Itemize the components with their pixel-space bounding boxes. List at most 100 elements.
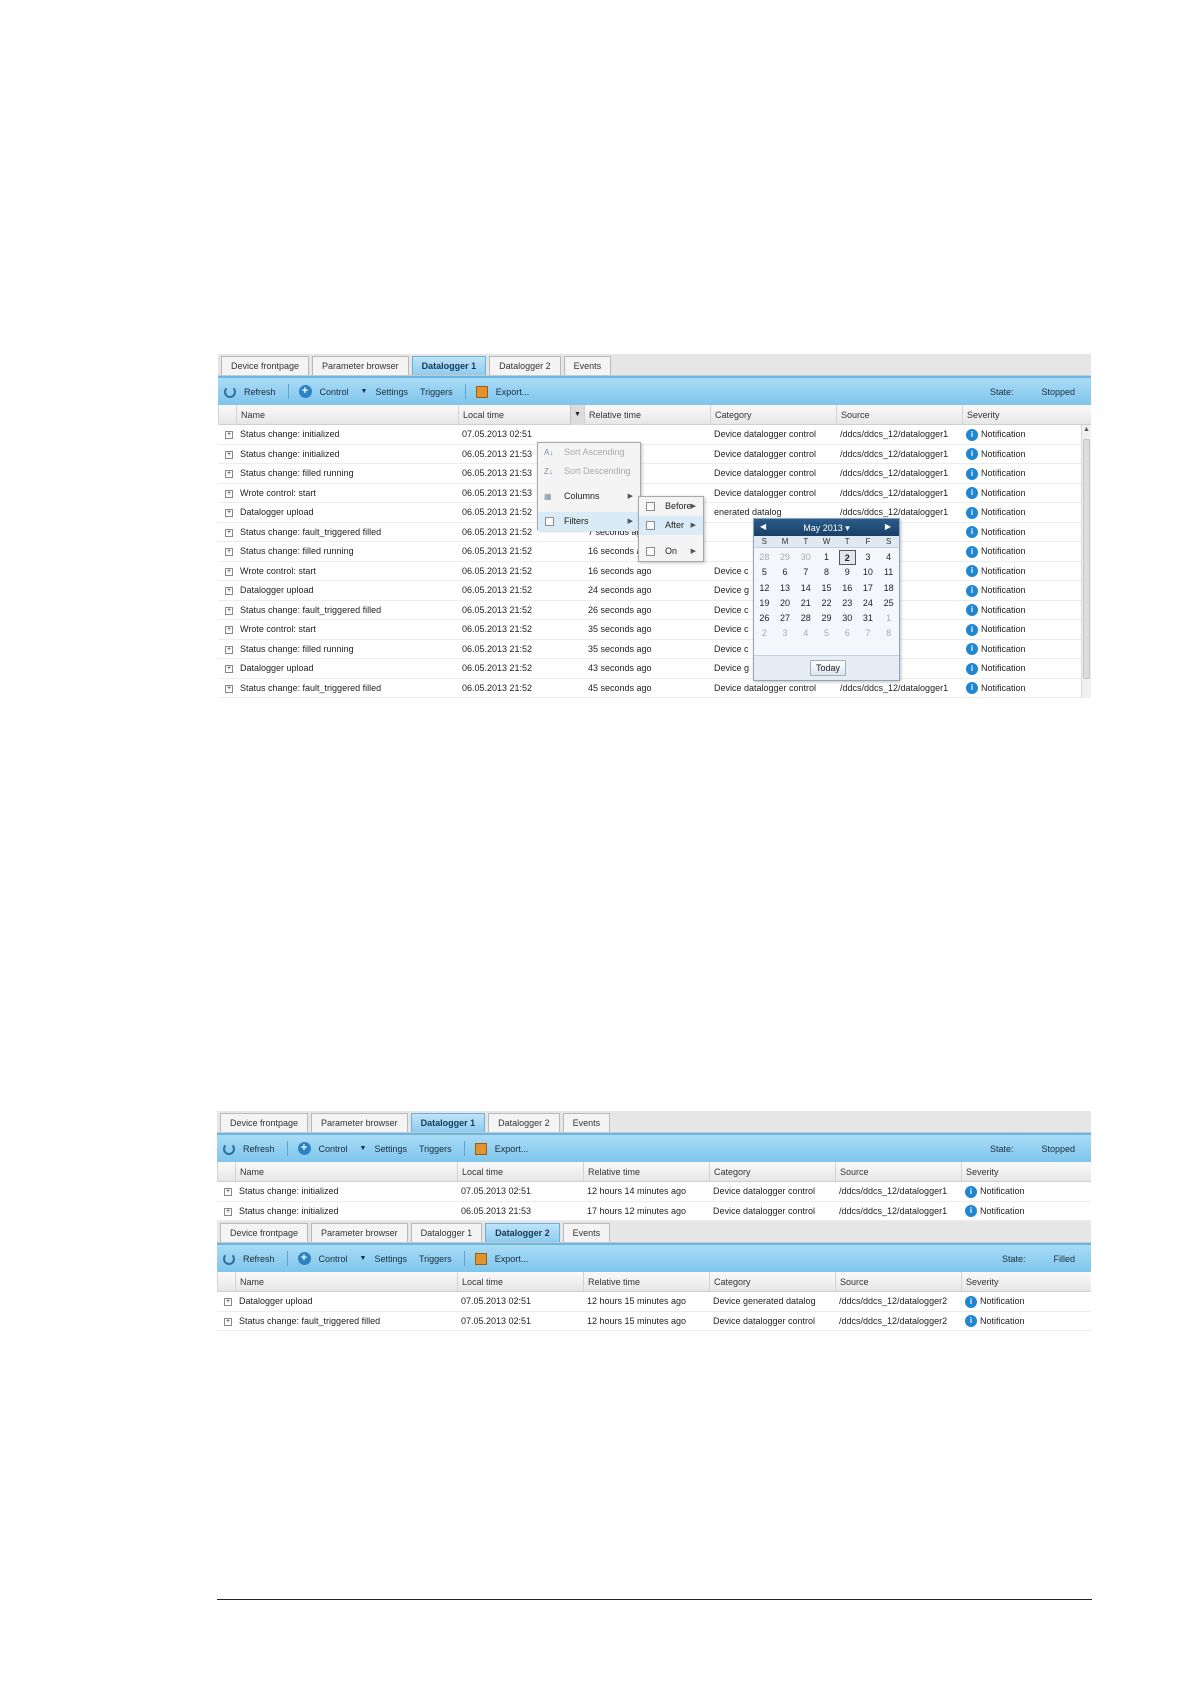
calendar-day[interactable]: 14 xyxy=(795,581,816,596)
calendar-day[interactable]: 15 xyxy=(816,581,837,596)
filter-on-item[interactable]: On ▶ xyxy=(639,542,703,561)
scroll-up-icon[interactable]: ▲ xyxy=(1082,425,1091,435)
calendar-day[interactable]: 19 xyxy=(754,596,775,611)
table-row[interactable]: + Datalogger upload 07.05.2013 02:51 12 hou… xyxy=(217,1292,1091,1312)
table-row[interactable]: + Wrote control: start 06.05.2013 21:52 16 … xyxy=(218,561,1091,581)
tab-datalogger-2[interactable]: Datalogger 2 xyxy=(488,1113,560,1132)
column-header-category[interactable]: Category xyxy=(709,1162,835,1182)
calendar-day[interactable]: 24 xyxy=(858,596,879,611)
tab-parameter-browser[interactable]: Parameter browser xyxy=(311,1113,408,1132)
table-row[interactable]: + Status change: fault_triggered filled 06… xyxy=(218,678,1091,698)
calendar-day[interactable]: 16 xyxy=(837,581,858,596)
calendar-day[interactable]: 23 xyxy=(837,596,858,611)
expand-row-icon[interactable]: + xyxy=(225,645,233,654)
expand-row-icon[interactable]: + xyxy=(225,489,233,498)
calendar-day[interactable]: 2 xyxy=(754,626,775,641)
tab-datalogger-1[interactable]: Datalogger 1 xyxy=(410,1223,483,1242)
before-checkbox[interactable] xyxy=(646,502,655,511)
expand-row-icon[interactable]: + xyxy=(225,528,233,537)
tab-events[interactable]: Events xyxy=(562,1223,611,1242)
filter-after-item[interactable]: After ▶ xyxy=(639,516,703,535)
calendar-day[interactable]: 27 xyxy=(775,611,796,626)
vertical-scrollbar[interactable]: ▲ xyxy=(1081,425,1091,698)
calendar-day[interactable]: 29 xyxy=(816,611,837,626)
column-menu-trigger-icon[interactable]: ▼ xyxy=(570,405,584,425)
sort-descending-item[interactable]: Z↓ Sort Descending xyxy=(538,462,640,481)
calendar-day[interactable]: 7 xyxy=(795,565,816,580)
calendar-day[interactable]: 10 xyxy=(858,565,879,580)
sort-ascending-item[interactable]: A↓ Sort Ascending xyxy=(538,443,640,462)
tab-datalogger-2[interactable]: Datalogger 2 xyxy=(485,1223,560,1242)
tab-datalogger-1[interactable]: Datalogger 1 xyxy=(410,1113,486,1132)
calendar-day[interactable]: 3 xyxy=(858,550,879,565)
calendar-day-selected[interactable]: 2 xyxy=(838,550,856,566)
column-header-source[interactable]: Source xyxy=(835,1162,961,1182)
calendar-day[interactable]: 5 xyxy=(754,565,775,580)
calendar-day[interactable]: 4 xyxy=(878,550,899,565)
table-row[interactable]: + Status change: filled running 06.05.2013… xyxy=(218,639,1091,659)
expand-row-icon[interactable]: + xyxy=(225,684,233,693)
expand-row-icon[interactable]: + xyxy=(225,567,233,576)
table-row[interactable]: + Status change: initialized 07.05.2013 02… xyxy=(217,1182,1091,1202)
next-month-icon[interactable]: ▶ xyxy=(885,522,891,531)
column-header-relative-time[interactable]: Relative time xyxy=(583,1272,709,1292)
tab-parameter-browser[interactable]: Parameter browser xyxy=(311,1223,408,1242)
export-button[interactable]: Export... xyxy=(475,385,529,398)
calendar-day[interactable]: 26 xyxy=(754,611,775,626)
month-selector[interactable]: May 2013 ▾ xyxy=(754,523,899,534)
column-header-source[interactable]: Source xyxy=(836,405,962,425)
table-row[interactable]: + Status change: initialized 06.05.2013 21… xyxy=(218,444,1091,464)
table-row[interactable]: + Status change: fault_triggered filled 06… xyxy=(218,600,1091,620)
control-button[interactable]: + Control xyxy=(297,1252,348,1265)
export-button[interactable]: Export... xyxy=(474,1252,528,1265)
calendar-day[interactable]: 29 xyxy=(775,550,796,565)
column-header-name[interactable]: Name xyxy=(235,1272,457,1292)
settings-button[interactable]: ▼ Settings xyxy=(361,387,408,397)
column-header-relative-time[interactable]: Relative time xyxy=(583,1162,709,1182)
tab-parameter-browser[interactable]: Parameter browser xyxy=(312,356,409,375)
scroll-thumb[interactable] xyxy=(1083,439,1090,679)
calendar-day[interactable]: 21 xyxy=(795,596,816,611)
column-header-source[interactable]: Source xyxy=(835,1272,961,1292)
expand-row-icon[interactable]: + xyxy=(225,606,233,615)
refresh-button[interactable]: Refresh xyxy=(224,385,276,398)
tab-device-frontpage[interactable]: Device frontpage xyxy=(220,1113,309,1132)
tab-events[interactable]: Events xyxy=(563,356,612,375)
expand-row-icon[interactable]: + xyxy=(225,470,233,478)
after-checkbox[interactable] xyxy=(646,521,655,530)
table-row[interactable]: + Datalogger upload 06.05.2013 21:52 24 sec… xyxy=(218,581,1091,601)
refresh-button[interactable]: Refresh xyxy=(223,1252,275,1265)
settings-button[interactable]: ▼ Settings xyxy=(360,1254,407,1264)
calendar-day[interactable]: 1 xyxy=(878,611,899,626)
calendar-day[interactable]: 6 xyxy=(837,626,858,641)
control-button[interactable]: + Control xyxy=(298,385,349,398)
refresh-button[interactable]: Refresh xyxy=(223,1142,275,1155)
export-button[interactable]: Export... xyxy=(474,1142,528,1155)
calendar-day[interactable]: 20 xyxy=(775,596,796,611)
calendar-day[interactable]: 9 xyxy=(837,565,858,580)
calendar-day[interactable]: 18 xyxy=(878,581,899,596)
columns-item[interactable]: ▦ Columns ▶ xyxy=(538,487,640,506)
calendar-day[interactable]: 3 xyxy=(775,626,796,641)
triggers-button[interactable]: Triggers xyxy=(420,387,453,397)
expand-row-icon[interactable]: + xyxy=(224,1317,232,1326)
column-header-category[interactable]: Category xyxy=(709,1272,835,1292)
triggers-button[interactable]: Triggers xyxy=(419,1144,452,1154)
calendar-day[interactable]: 31 xyxy=(858,611,879,626)
expand-row-icon[interactable]: + xyxy=(225,626,233,634)
calendar-day[interactable]: 8 xyxy=(816,565,837,580)
expand-row-icon[interactable]: + xyxy=(225,450,233,459)
today-button[interactable]: Today xyxy=(810,660,846,676)
calendar-day[interactable]: 28 xyxy=(754,550,775,565)
calendar-day[interactable]: 6 xyxy=(775,565,796,580)
tab-datalogger-2[interactable]: Datalogger 2 xyxy=(489,356,561,375)
expand-row-icon[interactable]: + xyxy=(225,548,233,556)
filters-checkbox[interactable] xyxy=(545,517,554,526)
calendar-day[interactable]: 30 xyxy=(795,550,816,565)
column-header-name[interactable]: Name xyxy=(236,405,458,425)
calendar-day[interactable]: 11 xyxy=(878,565,899,580)
tab-device-frontpage[interactable]: Device frontpage xyxy=(220,1223,309,1242)
tab-device-frontpage[interactable]: Device frontpage xyxy=(221,356,310,375)
calendar-day[interactable]: 28 xyxy=(795,611,816,626)
triggers-button[interactable]: Triggers xyxy=(419,1254,452,1264)
